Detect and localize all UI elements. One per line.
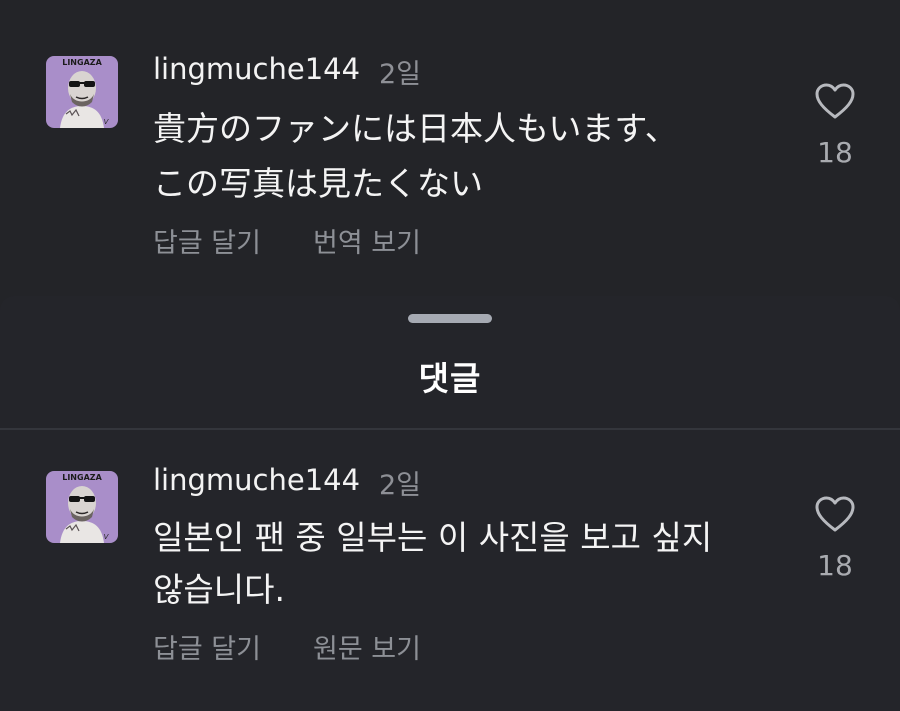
like-count: 18 — [817, 549, 853, 582]
comment-time: 2일 — [379, 59, 422, 90]
heart-icon[interactable] — [814, 82, 856, 120]
see-translation-button[interactable]: 번역 보기 — [313, 221, 421, 260]
divider — [0, 428, 900, 430]
svg-text:LINGAZA: LINGAZA — [62, 473, 102, 482]
comment-item-top: LINGAZA V lingmuche144 2일 貴方のファンには日本人もいま… — [0, 0, 900, 300]
avatar-image: LINGAZA V — [46, 471, 118, 543]
sheet-drag-handle[interactable] — [408, 314, 492, 323]
sheet-title: 댓글 — [418, 359, 482, 398]
reply-button[interactable]: 답글 달기 — [153, 221, 261, 260]
comment-text-line-1: 일본인 팬 중 일부는 이 사진을 보고 싶지 — [153, 518, 713, 557]
svg-text:LINGAZA: LINGAZA — [62, 58, 102, 67]
avatar[interactable]: LINGAZA V — [46, 471, 118, 543]
avatar-image: LINGAZA V — [46, 56, 118, 128]
heart-icon[interactable] — [814, 495, 856, 533]
comment-text-line-1: 貴方のファンには日本人もいます、 — [153, 109, 678, 148]
reply-button[interactable]: 답글 달기 — [153, 627, 261, 666]
comment-username[interactable]: lingmuche144 — [153, 463, 360, 497]
comment-text-line-2: 않습니다. — [153, 570, 285, 609]
comment-username[interactable]: lingmuche144 — [153, 52, 360, 86]
like-count: 18 — [817, 136, 853, 169]
comments-screen: LINGAZA V lingmuche144 2일 貴方のファンには日本人もいま… — [0, 0, 900, 711]
comment-text-line-2: この写真は見たくない — [153, 164, 483, 203]
avatar[interactable]: LINGAZA V — [46, 56, 118, 128]
comment-time: 2일 — [379, 470, 422, 501]
see-original-button[interactable]: 원문 보기 — [313, 627, 421, 666]
